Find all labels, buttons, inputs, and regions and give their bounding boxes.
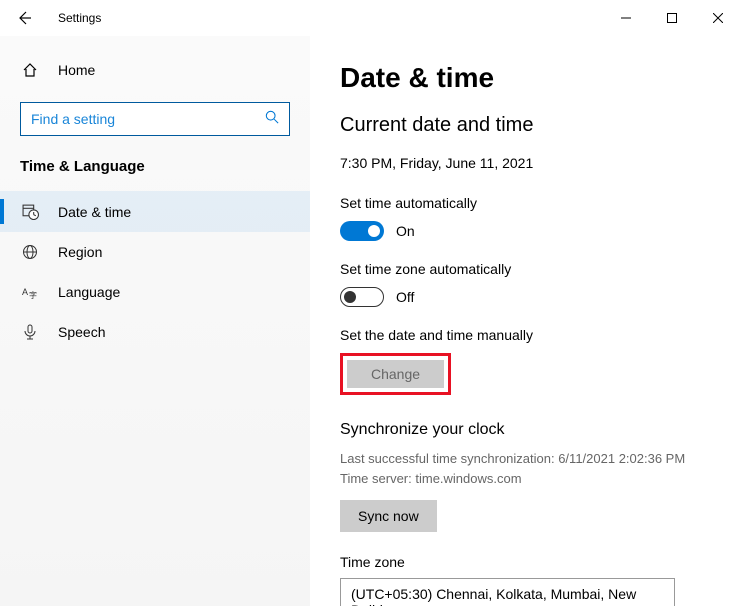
search-icon — [265, 110, 279, 129]
home-icon — [20, 62, 40, 78]
sidebar-item-label: Speech — [58, 324, 105, 340]
sync-last: Last successful time synchronization: 6/… — [340, 449, 723, 469]
sidebar-item-label: Language — [58, 284, 120, 300]
svg-text:A: A — [22, 287, 28, 297]
manual-label: Set the date and time manually — [340, 327, 723, 343]
sync-heading: Synchronize your clock — [340, 421, 723, 439]
current-datetime: 7:30 PM, Friday, June 11, 2021 — [340, 155, 723, 171]
maximize-button[interactable] — [649, 2, 695, 34]
svg-text:字: 字 — [29, 290, 37, 300]
set-time-auto-label: Set time automatically — [340, 195, 723, 211]
change-button[interactable]: Change — [347, 360, 444, 388]
set-tz-auto-toggle[interactable] — [340, 287, 384, 307]
sidebar-item-language[interactable]: A字 Language — [0, 272, 310, 312]
search-input[interactable] — [31, 111, 265, 127]
page-title: Date & time — [340, 62, 723, 94]
globe-icon — [20, 244, 40, 260]
minimize-button[interactable] — [603, 2, 649, 34]
sidebar-item-label: Date & time — [58, 204, 131, 220]
back-arrow-icon — [16, 10, 32, 26]
set-tz-auto-state: Off — [396, 289, 414, 305]
sidebar-item-region[interactable]: Region — [0, 232, 310, 272]
timezone-value: (UTC+05:30) Chennai, Kolkata, Mumbai, Ne… — [351, 586, 636, 606]
timezone-label: Time zone — [340, 554, 723, 570]
timezone-select[interactable]: (UTC+05:30) Chennai, Kolkata, Mumbai, Ne… — [340, 578, 675, 606]
sidebar-item-date-time[interactable]: Date & time — [0, 191, 310, 232]
sync-now-button[interactable]: Sync now — [340, 500, 437, 532]
category-title: Time & Language — [20, 158, 290, 175]
calendar-clock-icon — [20, 203, 40, 220]
set-time-auto-state: On — [396, 223, 415, 239]
home-label: Home — [58, 62, 95, 78]
sync-server: Time server: time.windows.com — [340, 469, 723, 489]
home-nav[interactable]: Home — [0, 52, 310, 88]
set-time-auto-toggle[interactable] — [340, 221, 384, 241]
sidebar-item-label: Region — [58, 244, 102, 260]
sidebar: Home Time & Language Date & time Region … — [0, 36, 310, 606]
back-button[interactable] — [2, 0, 46, 36]
search-box[interactable] — [20, 102, 290, 136]
mic-icon — [20, 324, 40, 340]
window-title: Settings — [58, 11, 101, 25]
titlebar: Settings — [0, 0, 743, 36]
set-tz-auto-label: Set time zone automatically — [340, 261, 723, 277]
window-controls — [603, 2, 741, 34]
main-panel: Date & time Current date and time 7:30 P… — [310, 36, 743, 606]
current-heading: Current date and time — [340, 114, 723, 137]
sidebar-item-speech[interactable]: Speech — [0, 312, 310, 352]
change-button-highlight: Change — [340, 353, 451, 395]
close-button[interactable] — [695, 2, 741, 34]
language-icon: A字 — [20, 284, 40, 300]
